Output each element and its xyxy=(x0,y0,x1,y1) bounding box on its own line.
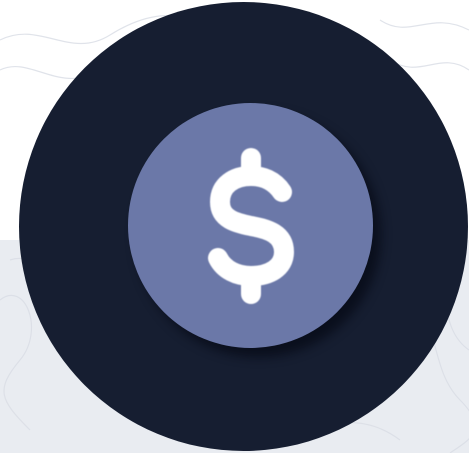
icon-inner-circle xyxy=(128,103,373,348)
dollar-sign-icon xyxy=(207,147,294,304)
